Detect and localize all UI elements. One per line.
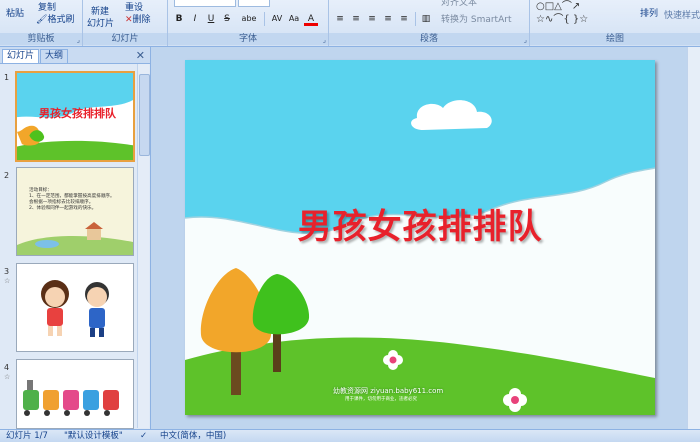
slide-editor: 男孩女孩排排队 幼教资源网 ziyuan.baby611.com 用于课件，切勿… bbox=[151, 47, 700, 429]
delete-label: 删除 bbox=[132, 15, 151, 25]
theme-name: "默认设计模板" bbox=[64, 431, 123, 441]
change-case-button[interactable]: Aa bbox=[286, 12, 302, 26]
format-painter-label: 格式刷 bbox=[47, 15, 75, 25]
brush-icon: 🖌 bbox=[36, 15, 48, 25]
underline-button[interactable]: U bbox=[204, 12, 218, 26]
pane-scroll-thumb[interactable] bbox=[139, 74, 150, 156]
align-left-button[interactable]: ≡ bbox=[333, 12, 347, 26]
font-group: B I U S abe AV Aa A 字体 ⌟ bbox=[168, 0, 329, 46]
slides-label: 幻灯片 bbox=[83, 33, 167, 45]
shadow-button[interactable]: abe bbox=[238, 12, 260, 26]
tab-slides[interactable]: 幻灯片 bbox=[2, 49, 40, 63]
thumbnail-4-train-art bbox=[23, 380, 119, 416]
status-bar: 幻灯片 1/7 "默认设计模板" ✓ 中文(简体，中国) bbox=[0, 429, 700, 442]
slide-thumbnail-1[interactable]: 男孩女孩排排队 bbox=[15, 71, 135, 162]
align-text-button[interactable]: 对齐文本 bbox=[441, 0, 477, 8]
slide-thumbnail-3[interactable] bbox=[16, 263, 134, 352]
slide-number-2: 2 bbox=[4, 171, 10, 180]
slide-thumbnail-4[interactable] bbox=[16, 359, 134, 429]
distribute-button[interactable]: ≡ bbox=[397, 12, 411, 26]
slide-number-3: 3 bbox=[4, 267, 10, 276]
columns-button[interactable]: ▥ bbox=[419, 12, 433, 26]
slide-counter: 幻灯片 1/7 bbox=[6, 431, 48, 441]
delete-button[interactable]: ✕删除 bbox=[125, 12, 151, 25]
thumbnail-3-children-art bbox=[41, 280, 109, 337]
italic-button[interactable]: I bbox=[188, 12, 202, 26]
slides-group: 新建 幻灯片 重设 ✕删除 幻灯片 bbox=[83, 0, 168, 46]
pane-scrollbar[interactable] bbox=[137, 64, 150, 428]
arrange-button[interactable]: 排列 bbox=[640, 6, 658, 19]
pane-tabs: 幻灯片 大纲 ✕ bbox=[0, 47, 150, 64]
paste-button[interactable]: 粘贴 bbox=[6, 6, 24, 19]
current-slide[interactable]: 男孩女孩排排队 幼教资源网 ziyuan.baby611.com 用于课件，切勿… bbox=[185, 60, 655, 415]
font-name-combo[interactable] bbox=[174, 0, 236, 7]
slide-thumbnail-2[interactable]: 活动目标： 1、在一定范围，都能掌握按高度排顺序。 会根据一项指标去比较排顺序。… bbox=[16, 167, 134, 256]
font-separator bbox=[264, 12, 265, 26]
align-right-button[interactable]: ≡ bbox=[365, 12, 379, 26]
shapes-gallery-row2-icon[interactable]: ☆∿⌒{ }☆ bbox=[536, 10, 588, 25]
clipboard-group: 粘贴 复制 🖌格式刷 剪贴板 ⌟ bbox=[0, 0, 83, 46]
clipboard-label: 剪贴板 bbox=[0, 33, 82, 45]
slide-number-1: 1 bbox=[4, 73, 10, 82]
slides-pane: 幻灯片 大纲 ✕ 1 男孩女孩排排队 2 活动目标： 1、在一定范围，都能掌握按… bbox=[0, 47, 151, 429]
drawing-group: ○□△⌒↗ ☆∿⌒{ }☆ 排列 快速样式 绘图 bbox=[530, 0, 700, 46]
strike-button[interactable]: S bbox=[220, 12, 234, 26]
spellcheck-icon[interactable]: ✓ bbox=[140, 430, 147, 442]
animation-icon-4: ☆ bbox=[4, 373, 11, 381]
slide-number-4: 4 bbox=[4, 363, 10, 372]
bold-button[interactable]: B bbox=[172, 12, 186, 26]
font-size-combo[interactable] bbox=[238, 0, 270, 7]
thumbnail-2-line-4: 2、体验和同伴一起游戏的快乐。 bbox=[29, 206, 97, 211]
quick-styles-button[interactable]: 快速样式 bbox=[664, 8, 700, 21]
clipboard-launcher-icon[interactable]: ⌟ bbox=[77, 36, 80, 44]
delete-icon: ✕ bbox=[125, 15, 133, 25]
slide-title[interactable]: 男孩女孩排排队 bbox=[185, 199, 655, 248]
font-launcher-icon[interactable]: ⌟ bbox=[323, 36, 326, 44]
new-slide-button[interactable]: 幻灯片 bbox=[87, 16, 114, 29]
font-color-button[interactable]: A bbox=[304, 12, 318, 26]
paragraph-launcher-icon[interactable]: ⌟ bbox=[524, 36, 527, 44]
font-label: 字体 bbox=[168, 33, 328, 45]
drawing-label: 绘图 bbox=[530, 33, 700, 45]
ribbon: 粘贴 复制 🖌格式刷 剪贴板 ⌟ 新建 幻灯片 重设 ✕删除 幻灯片 B I U… bbox=[0, 0, 700, 47]
editor-scrollbar[interactable] bbox=[687, 47, 700, 429]
justify-button[interactable]: ≡ bbox=[381, 12, 395, 26]
paragraph-label: 段落 bbox=[329, 33, 529, 45]
format-painter-button[interactable]: 🖌格式刷 bbox=[36, 12, 74, 25]
animation-icon-3: ☆ bbox=[4, 277, 11, 285]
close-icon[interactable]: ✕ bbox=[136, 49, 145, 62]
thumbnail-2-landscape bbox=[17, 222, 133, 255]
convert-smartart-button[interactable]: 转换为 SmartArt bbox=[441, 12, 511, 25]
tab-outline[interactable]: 大纲 bbox=[40, 49, 69, 63]
spacing-button[interactable]: AV bbox=[268, 12, 286, 26]
slide-watermark: 幼教资源网 ziyuan.baby611.com bbox=[333, 387, 444, 395]
paragraph-group: ≡ ≡ ≡ ≡ ≡ ▥ 对齐文本 转换为 SmartArt 段落 ⌟ bbox=[329, 0, 530, 46]
language-indicator[interactable]: 中文(简体，中国) bbox=[160, 430, 226, 442]
align-center-button[interactable]: ≡ bbox=[349, 12, 363, 26]
thumbnail-1-title: 男孩女孩排排队 bbox=[39, 107, 116, 120]
paragraph-separator bbox=[415, 12, 416, 26]
slide-watermark-sub: 用于课件，切勿用于商业，违者必究 bbox=[345, 397, 417, 402]
thumbnail-2-text: 活动目标： 1、在一定范围，都能掌握按高度排顺序。 会根据一项指标去比较排顺序。… bbox=[29, 188, 129, 212]
